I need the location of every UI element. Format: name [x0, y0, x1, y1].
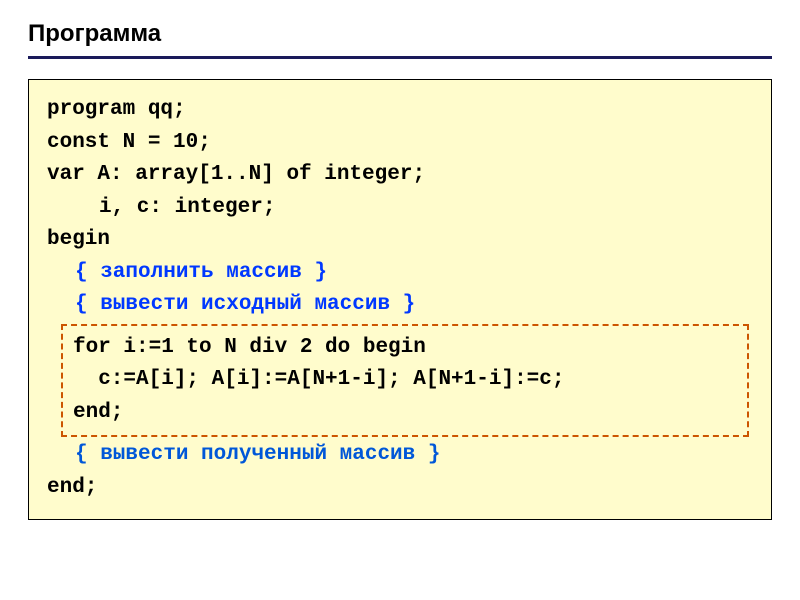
code-line: i, c: integer; [47, 192, 753, 225]
code-line: program qq; [47, 94, 753, 127]
code-line: end; [73, 397, 739, 430]
code-comment: { вывести полученный массив } [47, 439, 753, 472]
highlighted-code-block: for i:=1 to N div 2 do begin c:=A[i]; A[… [61, 324, 749, 438]
code-line: c:=A[i]; A[i]:=A[N+1-i]; A[N+1-i]:=c; [73, 364, 739, 397]
code-line: const N = 10; [47, 127, 753, 160]
code-line: end; [47, 472, 753, 505]
code-block: program qq; const N = 10; var A: array[1… [28, 79, 772, 520]
code-comment: { заполнить массив } [47, 257, 753, 290]
code-line: begin [47, 224, 753, 257]
code-comment: { вывести исходный массив } [47, 289, 753, 322]
code-line: var A: array[1..N] of integer; [47, 159, 753, 192]
code-line: for i:=1 to N div 2 do begin [73, 332, 739, 365]
page-title: Программа [28, 20, 772, 48]
title-underline [28, 56, 772, 59]
